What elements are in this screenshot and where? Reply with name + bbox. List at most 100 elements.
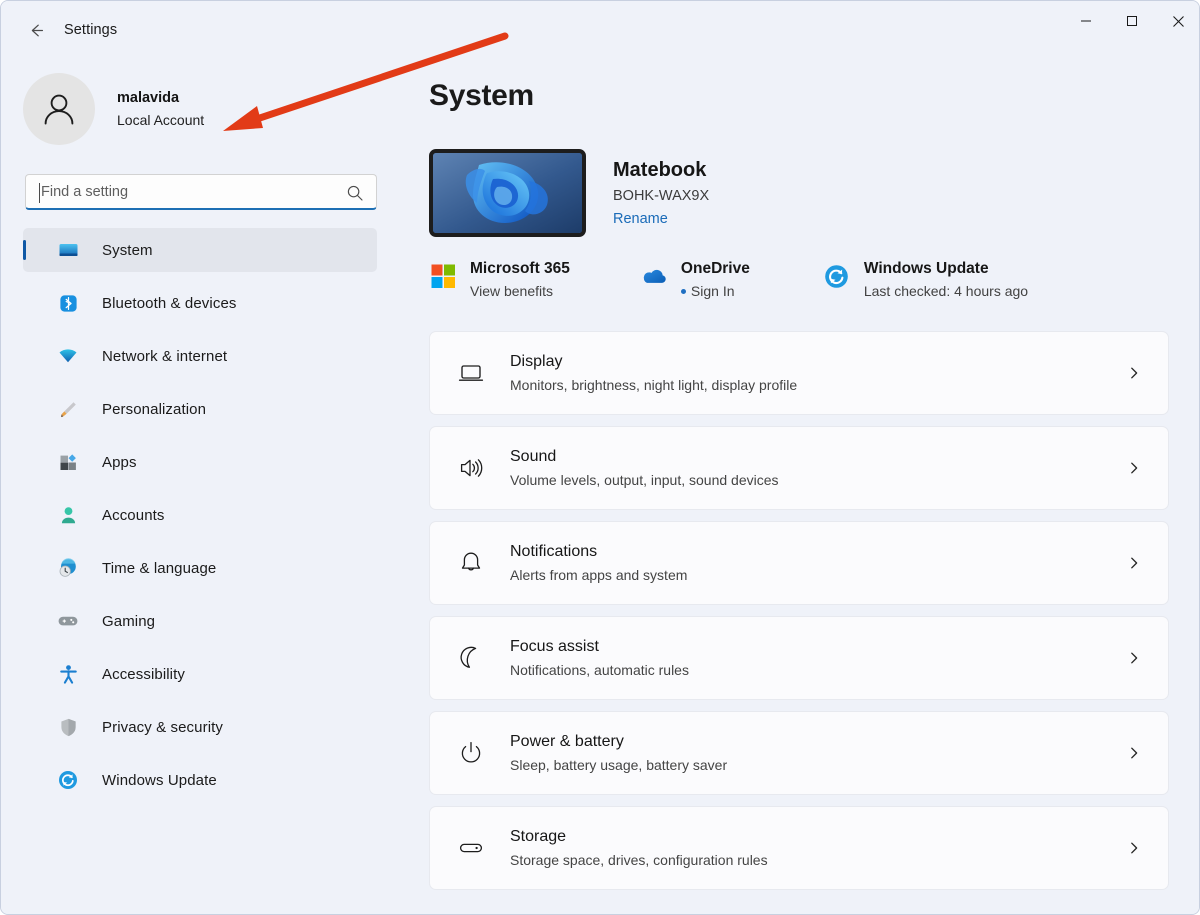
monitor-icon — [57, 239, 79, 261]
sidebar-item-label: System — [102, 242, 153, 259]
settings-card-text: Display Monitors, brightness, night ligh… — [510, 351, 797, 395]
title-bar: Settings — [1, 1, 1200, 59]
quick-link-onedrive[interactable]: OneDrive Sign In — [640, 258, 750, 301]
sidebar-item-gaming[interactable]: Gaming — [23, 599, 377, 643]
device-name: Matebook — [613, 157, 709, 183]
account-type: Local Account — [117, 110, 204, 130]
settings-card-subtitle: Monitors, brightness, night light, displ… — [510, 375, 797, 395]
quick-link-title: OneDrive — [681, 258, 750, 280]
bluetooth-icon — [57, 292, 79, 314]
settings-card-subtitle: Notifications, automatic rules — [510, 660, 689, 680]
account-text: malavida Local Account — [117, 88, 204, 130]
sidebar-item-privacy-security[interactable]: Privacy & security — [23, 705, 377, 749]
quick-link-windows-update[interactable]: Windows Update Last checked: 4 hours ago — [823, 258, 1028, 301]
settings-card-text: Storage Storage space, drives, configura… — [510, 826, 768, 870]
sidebar-item-network-internet[interactable]: Network & internet — [23, 334, 377, 378]
power-icon — [454, 736, 488, 770]
settings-card-title: Notifications — [510, 541, 687, 563]
sidebar-item-label: Network & internet — [102, 348, 227, 365]
settings-card-text: Focus assist Notifications, automatic ru… — [510, 636, 689, 680]
bell-icon — [454, 546, 488, 580]
sidebar-item-label: Time & language — [102, 560, 216, 577]
sidebar-item-accessibility[interactable]: Accessibility — [23, 652, 377, 696]
settings-card-storage[interactable]: Storage Storage space, drives, configura… — [429, 806, 1169, 890]
moon-icon — [454, 641, 488, 675]
apps-blocks-icon — [57, 451, 79, 473]
sidebar-item-label: Windows Update — [102, 772, 217, 789]
search-icon — [346, 184, 364, 202]
settings-card-title: Storage — [510, 826, 768, 848]
sidebar-item-time-language[interactable]: Time & language — [23, 546, 377, 590]
back-button[interactable] — [18, 14, 54, 46]
status-dot — [681, 289, 686, 294]
quick-link-subtitle: Last checked: 4 hours ago — [864, 281, 1028, 301]
maximize-button[interactable] — [1109, 1, 1155, 41]
sidebar-item-label: Accounts — [102, 507, 165, 524]
window-title: Settings — [64, 22, 117, 38]
close-button[interactable] — [1155, 1, 1200, 41]
sidebar-item-windows-update[interactable]: Windows Update — [23, 758, 377, 802]
page-title: System — [429, 79, 1200, 113]
settings-list: Display Monitors, brightness, night ligh… — [429, 331, 1169, 890]
account-tile[interactable]: malavida Local Account — [23, 73, 413, 145]
quick-link-text: Microsoft 365 View benefits — [470, 258, 570, 301]
search-box[interactable] — [25, 174, 377, 210]
settings-card-subtitle: Volume levels, output, input, sound devi… — [510, 470, 779, 490]
chevron-right-icon — [1126, 555, 1142, 571]
settings-card-notifications[interactable]: Notifications Alerts from apps and syste… — [429, 521, 1169, 605]
sidebar-item-apps[interactable]: Apps — [23, 440, 377, 484]
settings-card-power-battery[interactable]: Power & battery Sleep, battery usage, ba… — [429, 711, 1169, 795]
windows-11-bloom-wallpaper — [433, 153, 582, 233]
account-name: malavida — [117, 88, 204, 108]
settings-card-subtitle: Alerts from apps and system — [510, 565, 687, 585]
sidebar-item-personalization[interactable]: Personalization — [23, 387, 377, 431]
quick-link-subtitle: Sign In — [681, 281, 750, 301]
settings-card-focus-assist[interactable]: Focus assist Notifications, automatic ru… — [429, 616, 1169, 700]
chevron-right-icon — [1126, 745, 1142, 761]
update-refresh-icon — [823, 262, 851, 290]
quick-link-text: Windows Update Last checked: 4 hours ago — [864, 258, 1028, 301]
sidebar: malavida Local Account — [1, 59, 413, 915]
settings-window: Settings — [0, 0, 1200, 915]
chevron-right-icon — [1126, 365, 1142, 381]
monitor-outline-icon — [454, 356, 488, 390]
shield-icon — [57, 716, 79, 738]
settings-card-display[interactable]: Display Monitors, brightness, night ligh… — [429, 331, 1169, 415]
chevron-right-icon — [1126, 650, 1142, 666]
sidebar-item-system[interactable]: System — [23, 228, 377, 272]
speaker-icon — [454, 451, 488, 485]
update-refresh-icon — [57, 769, 79, 791]
settings-card-title: Sound — [510, 446, 779, 468]
quick-links: Microsoft 365 View benefits OneDrive Sig… — [429, 258, 1200, 301]
paintbrush-icon — [57, 398, 79, 420]
back-arrow-icon — [27, 21, 46, 40]
sidebar-item-accounts[interactable]: Accounts — [23, 493, 377, 537]
settings-card-subtitle: Sleep, battery usage, battery saver — [510, 755, 727, 775]
settings-card-title: Focus assist — [510, 636, 689, 658]
quick-link-subtitle: View benefits — [470, 281, 570, 301]
sidebar-item-bluetooth-devices[interactable]: Bluetooth & devices — [23, 281, 377, 325]
minimize-button[interactable] — [1063, 1, 1109, 41]
sidebar-item-label: Apps — [102, 454, 137, 471]
settings-card-title: Power & battery — [510, 731, 727, 753]
device-info: Matebook BOHK-WAX9X Rename — [613, 149, 709, 229]
search-button[interactable] — [344, 182, 366, 204]
device-model-id: BOHK-WAX9X — [613, 186, 709, 206]
settings-card-title: Display — [510, 351, 797, 373]
settings-card-text: Power & battery Sleep, battery usage, ba… — [510, 731, 727, 775]
sidebar-nav: System Bluetooth & devices — [1, 228, 413, 802]
quick-link-subtitle-text: Sign In — [691, 283, 735, 299]
device-summary: Matebook BOHK-WAX9X Rename — [429, 149, 1200, 237]
settings-card-text: Sound Volume levels, output, input, soun… — [510, 446, 779, 490]
chevron-right-icon — [1126, 840, 1142, 856]
main-content: System — [413, 59, 1200, 915]
avatar — [23, 73, 95, 145]
globe-clock-icon — [57, 557, 79, 579]
minimize-icon — [1080, 15, 1092, 27]
settings-card-sound[interactable]: Sound Volume levels, output, input, soun… — [429, 426, 1169, 510]
maximize-icon — [1126, 15, 1138, 27]
quick-link-microsoft-365[interactable]: Microsoft 365 View benefits — [429, 258, 570, 301]
rename-link[interactable]: Rename — [613, 209, 709, 229]
sidebar-item-label: Privacy & security — [102, 719, 223, 736]
search-input[interactable] — [26, 184, 326, 200]
